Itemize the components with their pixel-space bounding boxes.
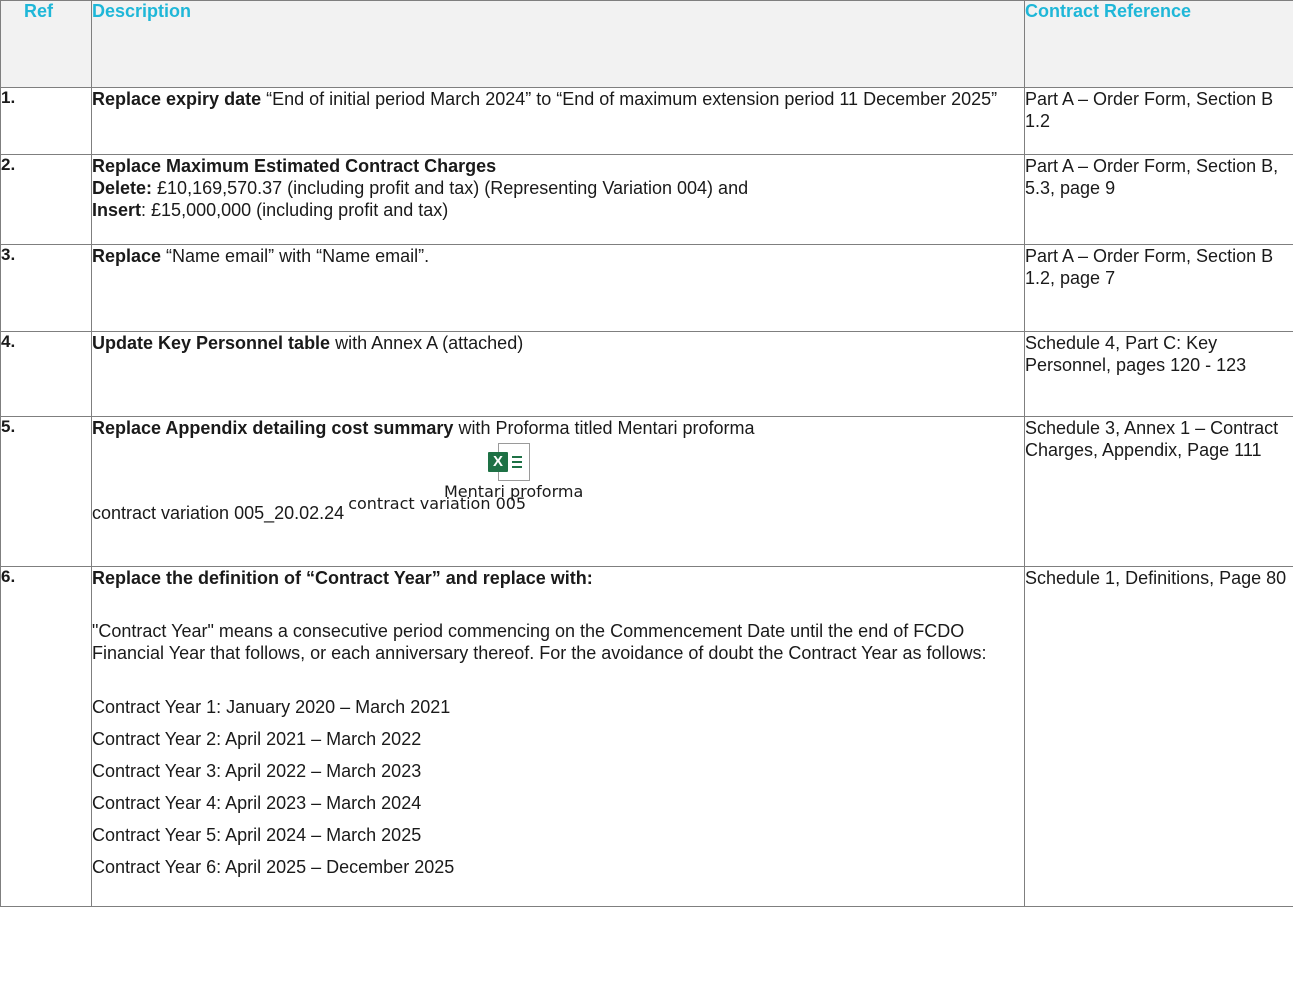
row-ref: 2. (0, 154, 92, 245)
description-text: “End of initial period March 2024” to “E… (261, 89, 998, 109)
list-item: Contract Year 2: April 2021 – March 2022 (92, 729, 422, 749)
row-description: Replace Appendix detailing cost summary … (91, 416, 1025, 567)
row-ref: 1. (0, 87, 92, 155)
list-item: Contract Year 4: April 2023 – March 2024 (92, 793, 422, 813)
attachment-caption[interactable]: Mentari proforma (444, 481, 1024, 502)
excel-file-icon[interactable]: X (488, 443, 530, 481)
row-contract-reference: Schedule 1, Definitions, Page 80 (1024, 566, 1293, 907)
delete-label: Delete: (92, 178, 153, 198)
row-description: Update Key Personnel table with Annex A … (91, 331, 1025, 417)
list-item: Contract Year 3: April 2022 – March 2023 (92, 761, 422, 781)
attachment-caption-line-2[interactable]: contract variation 005 (348, 494, 526, 513)
delete-text: £10,169,570.37 (including profit and tax… (152, 178, 749, 198)
description-bold: Update Key Personnel table (92, 333, 331, 353)
row-ref: 6. (0, 566, 92, 907)
row-description: Replace Maximum Estimated Contract Charg… (91, 154, 1025, 245)
row-ref: 5. (0, 416, 92, 567)
insert-text: : £15,000,000 (including profit and tax) (141, 200, 449, 220)
row-contract-reference: Part A – Order Form, Section B 1.2 (1024, 87, 1293, 155)
excel-badge: X (488, 452, 508, 472)
row-ref: 4. (0, 331, 92, 417)
contract-year-list: Contract Year 1: January 2020 – March 20… (92, 691, 1024, 883)
ref-column-header: Ref (0, 0, 92, 88)
description-column-header: Description (91, 0, 1025, 88)
row-ref: 3. (0, 244, 92, 332)
description-bold: Replace Appendix detailing cost summary (92, 418, 454, 438)
delete-line: Delete: £10,169,570.37 (including profit… (92, 177, 1024, 199)
insert-label: Insert (92, 200, 142, 220)
description-bold: Replace expiry date (92, 89, 262, 109)
table-row: 6. Replace the definition of “Contract Y… (0, 566, 1293, 907)
row-contract-reference: Schedule 3, Annex 1 – Contract Charges, … (1024, 416, 1293, 567)
table-row: 2. Replace Maximum Estimated Contract Ch… (0, 154, 1293, 245)
contract-year-definition: "Contract Year" means a consecutive peri… (92, 621, 987, 663)
header-row: Ref Description Contract Reference (0, 0, 1293, 88)
description-bold: Replace the definition of “Contract Year… (92, 568, 593, 588)
table-row: 1. Replace expiry date “End of initial p… (0, 87, 1293, 155)
variation-table: Ref Description Contract Reference 1. Re… (0, 0, 1293, 907)
row-description: Replace the definition of “Contract Year… (91, 566, 1025, 907)
contract-reference-column-header: Contract Reference (1024, 0, 1293, 88)
description-text: “Name email” with “Name email”. (161, 246, 430, 266)
table-row: 3. Replace “Name email” with “Name email… (0, 244, 1293, 332)
row-description: Replace expiry date “End of initial peri… (91, 87, 1025, 155)
row-contract-reference: Part A – Order Form, Section B 1.2, page… (1024, 244, 1293, 332)
description-text: with Proforma titled Mentari proforma (453, 418, 755, 438)
description-bold: Replace Maximum Estimated Contract Charg… (92, 156, 497, 176)
row-description: Replace “Name email” with “Name email”. (91, 244, 1025, 332)
list-item: Contract Year 1: January 2020 – March 20… (92, 697, 451, 717)
insert-line: Insert: £15,000,000 (including profit an… (92, 199, 1024, 221)
description-text: with Annex A (attached) (330, 333, 524, 353)
row-contract-reference: Schedule 4, Part C: Key Personnel, pages… (1024, 331, 1293, 417)
list-item: Contract Year 6: April 2025 – December 2… (92, 857, 455, 877)
description-bold: Replace (92, 246, 162, 266)
table-row: 4. Update Key Personnel table with Annex… (0, 331, 1293, 417)
table-row: 5. Replace Appendix detailing cost summa… (0, 416, 1293, 567)
list-item: Contract Year 5: April 2024 – March 2025 (92, 825, 422, 845)
attachment-filename: contract variation 005_20.02.24 (92, 503, 345, 523)
row-contract-reference: Part A – Order Form, Section B, 5.3, pag… (1024, 154, 1293, 245)
